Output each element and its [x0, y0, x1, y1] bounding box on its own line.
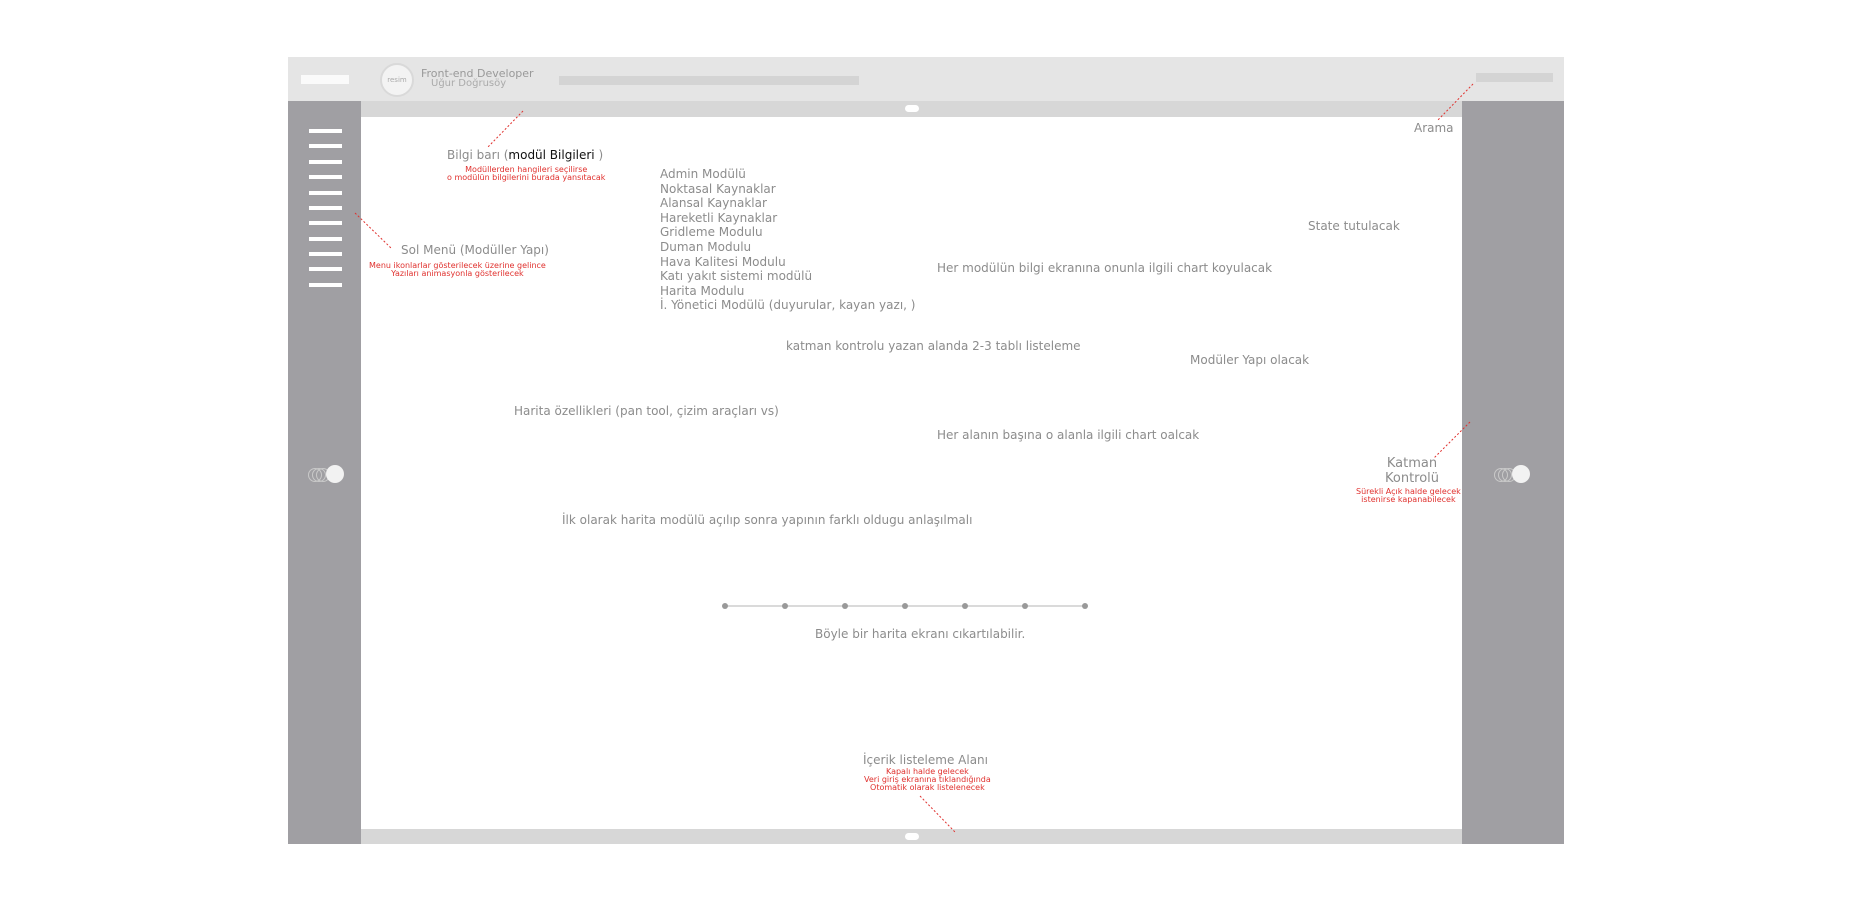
menu-item-icon[interactable]	[309, 283, 342, 287]
modular-note: Modüler Yapı olacak	[1190, 353, 1310, 367]
map-features-note: Harita özellikleri (pan tool, çizim araç…	[514, 404, 779, 418]
content-list-strip	[361, 829, 1462, 844]
left-menu-note: Sol Menü (Modüller Yapı)	[401, 243, 549, 257]
menu-item-icon[interactable]	[309, 191, 342, 195]
menu-item-icon[interactable]	[309, 237, 342, 241]
avatar[interactable]: resim	[380, 63, 414, 97]
module-item: Hava Kalitesi Modulu	[660, 254, 786, 269]
info-bar-placeholder	[559, 76, 859, 85]
first-map-note: İlk olarak harita modülü açılıp sonra ya…	[562, 513, 973, 527]
info-bar-strip	[361, 101, 1462, 117]
module-item: Gridleme Modulu	[660, 225, 763, 240]
left-menu	[288, 101, 361, 844]
module-item: Harita Modulu	[660, 283, 745, 298]
info-bar-handle[interactable]	[905, 105, 919, 112]
menu-item-icon[interactable]	[309, 175, 342, 179]
layer-control-panel	[1462, 101, 1564, 844]
info-bar-red-note: Modüllerden hangileri seçilirse o modülü…	[447, 165, 606, 182]
left-menu-red-note: Menu ikonlarlar gösterilecek üzerine gel…	[369, 261, 546, 278]
module-item: Alansal Kaynaklar	[660, 196, 767, 211]
menu-item-icon[interactable]	[309, 160, 342, 164]
menu-item-icon[interactable]	[309, 267, 342, 271]
module-item: Admin Modülü	[660, 167, 746, 181]
menu-item-icon[interactable]	[309, 252, 342, 256]
menu-item-icon[interactable]	[309, 221, 342, 225]
layer-control-red-note: Sürekli Açık halde gelecek istenirse kap…	[1356, 487, 1461, 504]
logo-placeholder[interactable]	[301, 75, 349, 84]
menu-item-icon[interactable]	[309, 129, 342, 133]
layer-list-note: katman kontrolu yazan alanda 2-3 tablı l…	[786, 339, 1081, 353]
user-name: Uğur Doğrusöy	[431, 78, 507, 89]
chart-info-note: Her modülün bilgi ekranına onunla ilgili…	[937, 261, 1273, 275]
module-item: Noktasal Kaynaklar	[660, 181, 776, 196]
content-list-red-note: Kapalı halde gelecek Veri giriş ekranına…	[864, 767, 991, 792]
menu-item-icon[interactable]	[309, 206, 342, 210]
info-bar-note: Bilgi barı (modül Bilgileri )	[447, 148, 604, 162]
content-list-handle[interactable]	[905, 833, 919, 840]
content-list-note: İçerik listeleme Alanı	[863, 753, 988, 767]
menu-item-icon[interactable]	[309, 144, 342, 148]
search-input[interactable]	[1476, 73, 1553, 82]
module-item: Hareketli Kaynaklar	[660, 210, 778, 225]
module-list: Admin Modülü Noktasal Kaynaklar Alansal …	[660, 167, 915, 313]
module-item: Katı yakıt sistemi modülü	[660, 269, 813, 284]
map-screen-note: Böyle bir harita ekranı cıkartılabilir.	[815, 627, 1026, 641]
left-menu-toggle[interactable]	[308, 465, 344, 483]
state-note: State tutulacak	[1308, 219, 1400, 233]
area-chart-note: Her alanın başına o alanla ilgili chart …	[937, 428, 1200, 442]
module-item: Duman Modulu	[660, 239, 752, 254]
layer-control-note: Katman Kontrolü	[1385, 456, 1440, 486]
module-item: İ. Yönetici Modülü (duyurular, kayan yaz…	[660, 298, 916, 313]
search-note: Arama	[1414, 121, 1454, 135]
layer-panel-toggle[interactable]	[1494, 465, 1530, 483]
